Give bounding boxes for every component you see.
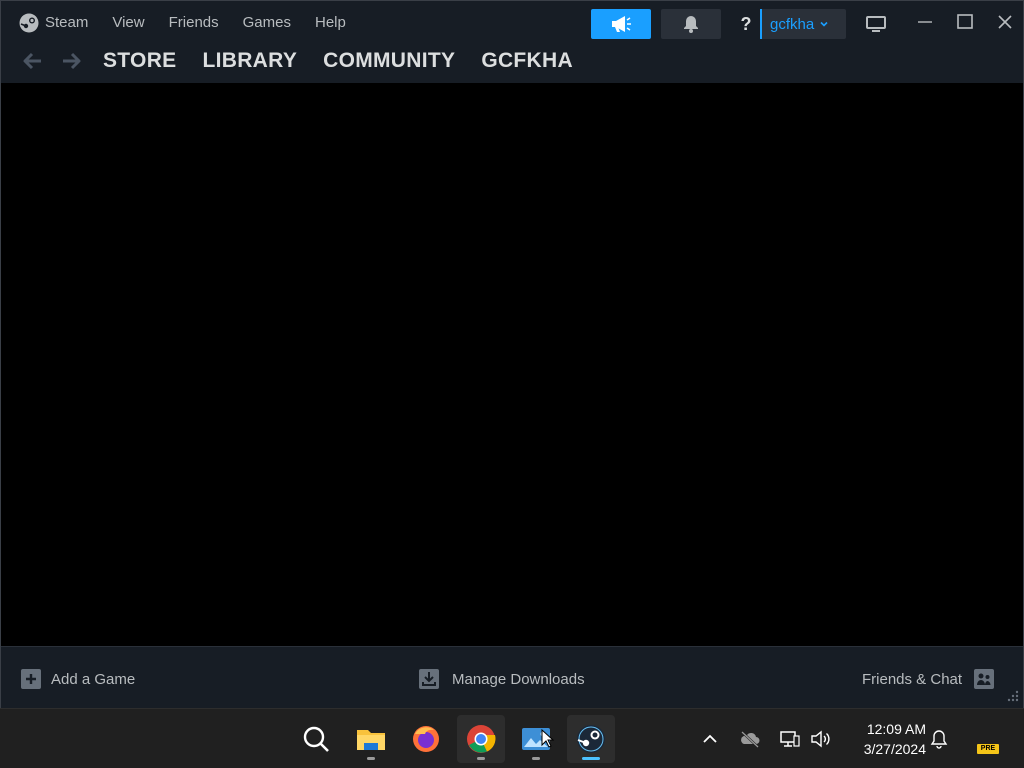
running-indicator — [477, 757, 485, 760]
add-game-button[interactable]: Add a Game — [21, 667, 135, 691]
menu-help[interactable]: Help — [303, 9, 358, 37]
title-bar: Steam View Friends Games Help STORE LIBR… — [1, 1, 1023, 83]
resize-grip-icon[interactable] — [1005, 690, 1019, 704]
minimize-icon — [918, 21, 932, 23]
back-button[interactable] — [19, 47, 47, 75]
friends-chat-label: Friends & Chat — [862, 670, 963, 688]
arrow-left-icon — [23, 52, 41, 70]
minimize-button[interactable] — [907, 7, 943, 37]
main-nav: STORE LIBRARY COMMUNITY GCFKHA — [19, 43, 583, 79]
forward-button[interactable] — [57, 47, 85, 75]
clock-time: 12:09 AM — [866, 721, 926, 737]
account-menu[interactable]: ? gcfkha — [732, 9, 846, 39]
chevron-down-icon — [820, 21, 828, 27]
maximize-button[interactable] — [947, 7, 983, 37]
tray-overflow-button[interactable] — [698, 727, 722, 751]
menu-view[interactable]: View — [100, 9, 156, 37]
tray-network[interactable] — [778, 727, 802, 751]
add-game-label: Add a Game — [51, 670, 136, 688]
menu-steam[interactable]: Steam — [19, 9, 100, 37]
tray-volume[interactable] — [808, 727, 832, 751]
taskbar-steam[interactable] — [567, 715, 615, 763]
chevron-up-icon — [703, 734, 717, 743]
menu-steam-label: Steam — [45, 14, 89, 31]
menu-bar: Steam View Friends Games Help — [19, 9, 358, 37]
taskbar-file-explorer[interactable] — [347, 715, 395, 763]
notifications-button[interactable] — [661, 9, 721, 39]
taskbar-firefox[interactable] — [402, 715, 450, 763]
tab-library[interactable]: LIBRARY — [202, 43, 297, 79]
plus-icon — [21, 669, 41, 689]
tab-store[interactable]: STORE — [103, 43, 176, 79]
close-icon — [998, 15, 1012, 29]
help-button[interactable]: ? — [732, 9, 762, 39]
download-icon — [419, 669, 439, 689]
windows-taskbar: 12:09 AM 3/27/2024 — [0, 708, 1024, 768]
tab-profile[interactable]: GCFKHA — [481, 43, 573, 79]
account-name[interactable]: gcfkha — [762, 16, 814, 33]
pre-release-badge: PRE — [977, 744, 999, 754]
volume-icon — [811, 730, 830, 748]
clock-date: 3/27/2024 — [863, 741, 926, 757]
file-explorer-icon — [357, 730, 385, 750]
manage-downloads-label: Manage Downloads — [452, 670, 585, 688]
tray-notifications[interactable] — [927, 727, 951, 751]
friends-chat-button[interactable]: Friends & Chat — [862, 667, 995, 691]
main-content — [1, 83, 1023, 645]
tab-community[interactable]: COMMUNITY — [323, 43, 455, 79]
mouse-cursor-icon — [541, 729, 555, 748]
menu-friends[interactable]: Friends — [157, 9, 231, 37]
firefox-icon — [413, 726, 439, 752]
bell-icon — [684, 16, 698, 33]
running-indicator — [532, 757, 540, 760]
monitor-icon — [866, 16, 886, 32]
arrow-right-icon — [63, 52, 81, 70]
steam-logo-icon — [19, 13, 39, 33]
taskbar-search[interactable] — [292, 715, 340, 763]
taskbar-clock[interactable]: 12:09 AM 3/27/2024 — [846, 719, 926, 759]
friends-icon — [974, 669, 995, 689]
footer-bar: Add a Game Manage Downloads Friends & Ch… — [1, 646, 1023, 708]
notification-bell-icon — [930, 730, 948, 749]
steam-window: Steam View Friends Games Help STORE LIBR… — [0, 0, 1024, 708]
manage-downloads-button[interactable]: Manage Downloads — [419, 667, 585, 691]
network-icon — [780, 731, 800, 747]
announcements-button[interactable] — [591, 9, 651, 39]
megaphone-icon — [612, 16, 631, 32]
steam-icon — [577, 725, 605, 753]
close-button[interactable] — [987, 7, 1023, 37]
maximize-icon — [957, 14, 973, 29]
running-indicator — [367, 757, 375, 760]
chrome-icon — [467, 725, 496, 753]
active-indicator — [582, 757, 600, 760]
big-picture-button[interactable] — [863, 13, 889, 35]
taskbar-chrome[interactable] — [457, 715, 505, 763]
cloud-offline-icon — [741, 731, 760, 748]
tray-onedrive[interactable] — [738, 727, 762, 751]
search-icon — [303, 726, 329, 752]
menu-games[interactable]: Games — [231, 9, 303, 37]
